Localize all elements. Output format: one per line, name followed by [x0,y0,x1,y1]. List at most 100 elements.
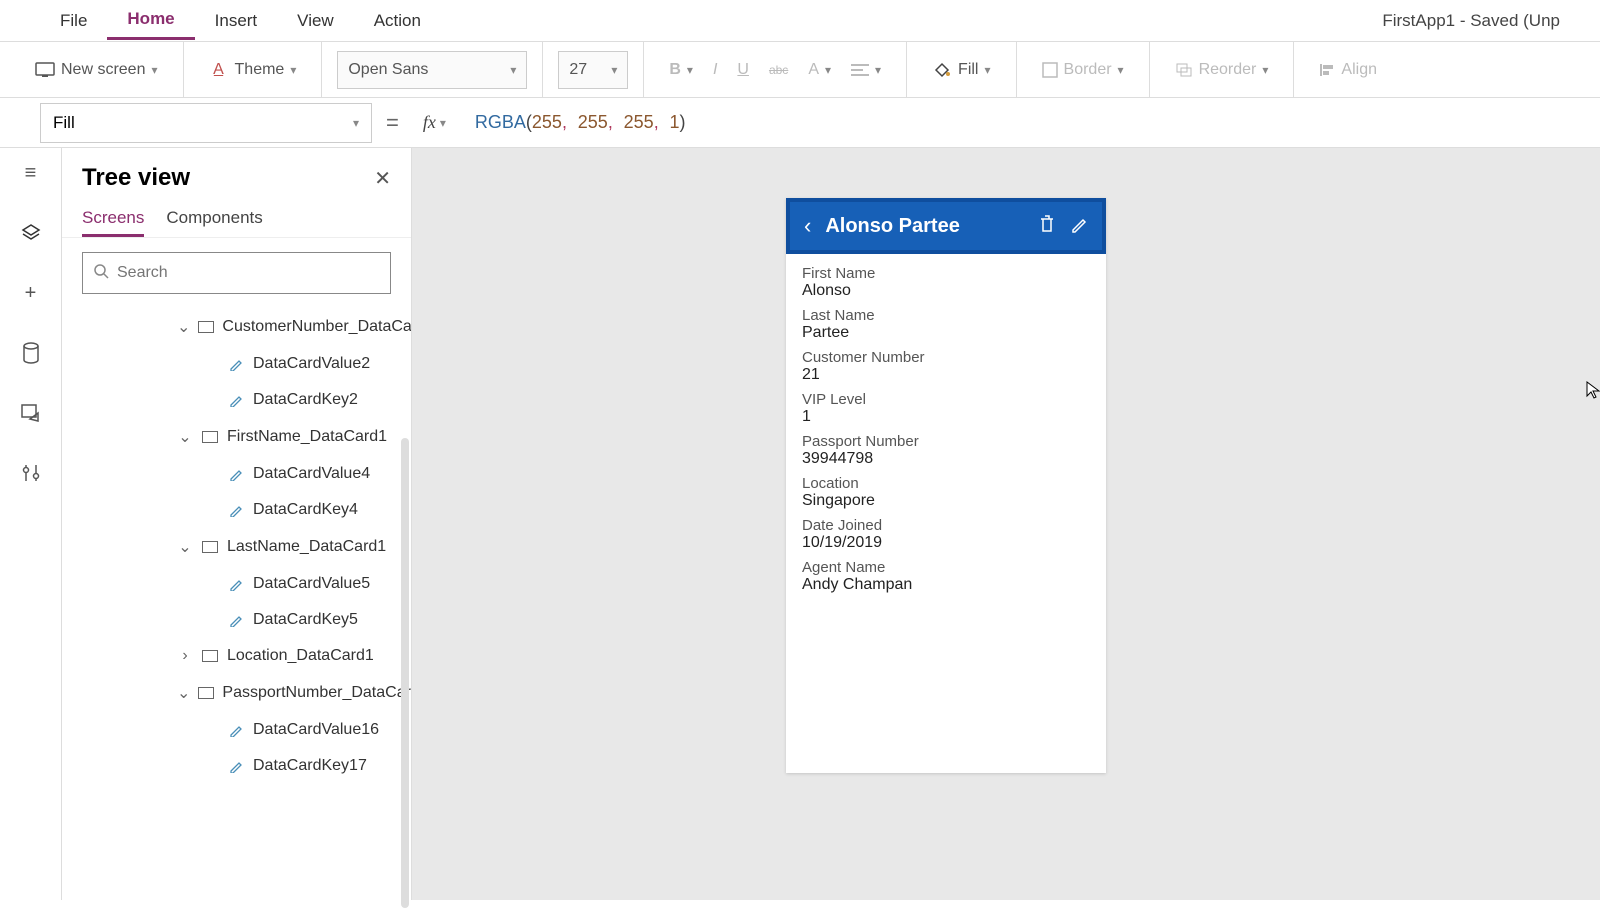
search-field[interactable] [117,264,380,282]
chevron-down-icon: ▾ [984,63,990,77]
chevron-down-icon: ▾ [440,116,446,130]
plus-icon[interactable]: + [16,278,46,308]
reorder-button[interactable]: Reorder ▾ [1165,55,1279,85]
formula-input[interactable]: RGBA(255, 255, 255, 1) [470,107,1560,139]
detail-field: Date Joined10/19/2019 [802,514,1090,552]
theme-button[interactable]: A̲ Theme ▾ [199,54,307,86]
tree-list: ⌄CustomerNumber_DataCard1DataCardValue2 D… [62,304,411,900]
fontcolor-button[interactable]: A▾ [798,55,841,85]
chevron-icon[interactable]: › [177,647,193,665]
chevron-icon[interactable]: ⌄ [177,427,193,447]
field-value: Partee [802,324,1090,342]
scrollbar[interactable] [401,438,409,908]
field-label: Customer Number [802,346,1090,366]
hamburger-icon[interactable]: ≡ [16,158,46,188]
new-screen-label: New screen [61,61,145,79]
equals-sign: = [386,110,399,136]
field-label: VIP Level [802,388,1090,408]
datacard-icon [198,318,214,336]
chevron-icon[interactable]: ⌄ [177,683,190,703]
pencil-icon [227,611,245,629]
fx-button[interactable]: fx ▾ [413,112,456,133]
layers-icon[interactable] [16,218,46,248]
search-input[interactable] [82,252,391,294]
tree-child-node[interactable]: DataCardValue2 [62,346,411,382]
tree-child-node[interactable]: DataCardValue16 [62,712,411,748]
font-select[interactable]: Open Sans ▾ [337,51,527,89]
formula-arg: 255 [578,112,608,132]
tree-node-label: DataCardValue16 [253,721,379,739]
datacard-icon [201,428,219,446]
chevron-down-icon: ▾ [611,63,617,77]
fontsize-select[interactable]: 27 ▾ [558,51,628,89]
menu-view[interactable]: View [277,3,354,39]
tree-datacard-node[interactable]: ⌄CustomerNumber_DataCard1 [62,308,411,346]
chevron-icon[interactable]: ⌄ [177,317,190,337]
tree-node-label: PassportNumber_DataCard1 [222,684,411,702]
app-title: FirstApp1 - Saved (Unp [1382,11,1560,31]
detail-field: Agent NameAndy Champan [802,556,1090,594]
align-button[interactable]: Align [1309,55,1387,85]
theme-label: Theme [235,61,285,79]
field-label: First Name [802,262,1090,282]
screen-icon [35,60,55,80]
tree-node-label: DataCardKey4 [253,501,358,519]
tree-child-node[interactable]: DataCardKey2 [62,382,411,418]
paint-bucket-icon [932,60,952,80]
pencil-icon [227,575,245,593]
menu-home[interactable]: Home [107,1,194,40]
menu-insert[interactable]: Insert [195,3,278,39]
detail-body: First NameAlonso Last NamePartee Customer … [786,254,1106,606]
field-value: 21 [802,366,1090,384]
edit-icon[interactable] [1070,215,1088,238]
tree-child-node[interactable]: DataCardKey4 [62,492,411,528]
media-icon[interactable] [16,398,46,428]
detail-header: ‹ Alonso Partee [786,198,1106,254]
chevron-icon[interactable]: ⌄ [177,537,193,557]
tree-datacard-node[interactable]: ›Location_DataCard1 [62,638,411,674]
italic-button[interactable]: I [703,55,727,85]
underline-button[interactable]: U [727,55,759,85]
bold-button[interactable]: B▾ [659,55,703,85]
tree-node-label: DataCardKey2 [253,391,358,409]
tree-child-node[interactable]: DataCardValue4 [62,456,411,492]
alignment-button[interactable]: ▾ [841,57,891,83]
tree-datacard-node[interactable]: ⌄ PassportNumber_DataCard1 [62,674,411,712]
detail-title: Alonso Partee [825,215,1024,238]
tree-panel: Tree view ✕ Screens Components ⌄Customer… [62,148,412,900]
detail-field: Last NamePartee [802,304,1090,342]
back-icon[interactable]: ‹ [804,213,811,239]
menu-file[interactable]: File [40,3,107,39]
new-screen-button[interactable]: New screen ▾ [25,54,168,86]
field-value: 10/19/2019 [802,534,1090,552]
property-name: Fill [53,113,75,133]
delete-icon[interactable] [1038,214,1056,239]
border-label: Border [1064,61,1112,79]
field-label: Passport Number [802,430,1090,450]
fx-icon: fx [423,112,436,133]
canvas[interactable]: ‹ Alonso Partee First NameAlonso Last Nam… [412,148,1600,900]
tab-screens[interactable]: Screens [82,202,144,237]
pencil-icon [227,391,245,409]
database-icon[interactable] [16,338,46,368]
tab-components[interactable]: Components [166,202,262,237]
close-icon[interactable]: ✕ [374,166,391,191]
settings-icon[interactable] [16,458,46,488]
ribbon-toolbar: New screen ▾ A̲ Theme ▾ Open Sans ▾ 27 ▾… [0,42,1600,98]
border-button[interactable]: Border ▾ [1032,55,1134,85]
tree-child-node[interactable]: DataCardValue5 [62,566,411,602]
tree-title: Tree view [82,164,190,192]
tree-datacard-node[interactable]: ⌄FirstName_DataCard1 [62,418,411,456]
tree-datacard-node[interactable]: ⌄LastName_DataCard1 [62,528,411,566]
tree-child-node[interactable]: DataCardKey17 [62,748,411,784]
fill-label: Fill [958,61,978,79]
tree-child-node[interactable]: DataCardKey5 [62,602,411,638]
property-select[interactable]: Fill ▾ [40,103,372,143]
strike-button[interactable]: abc [759,57,798,83]
detail-field: First NameAlonso [802,262,1090,300]
font-name: Open Sans [348,61,428,79]
menu-action[interactable]: Action [354,3,441,39]
theme-icon: A̲ [209,60,229,80]
formula-arg: 255 [624,112,654,132]
fill-button[interactable]: Fill ▾ [922,54,1000,86]
